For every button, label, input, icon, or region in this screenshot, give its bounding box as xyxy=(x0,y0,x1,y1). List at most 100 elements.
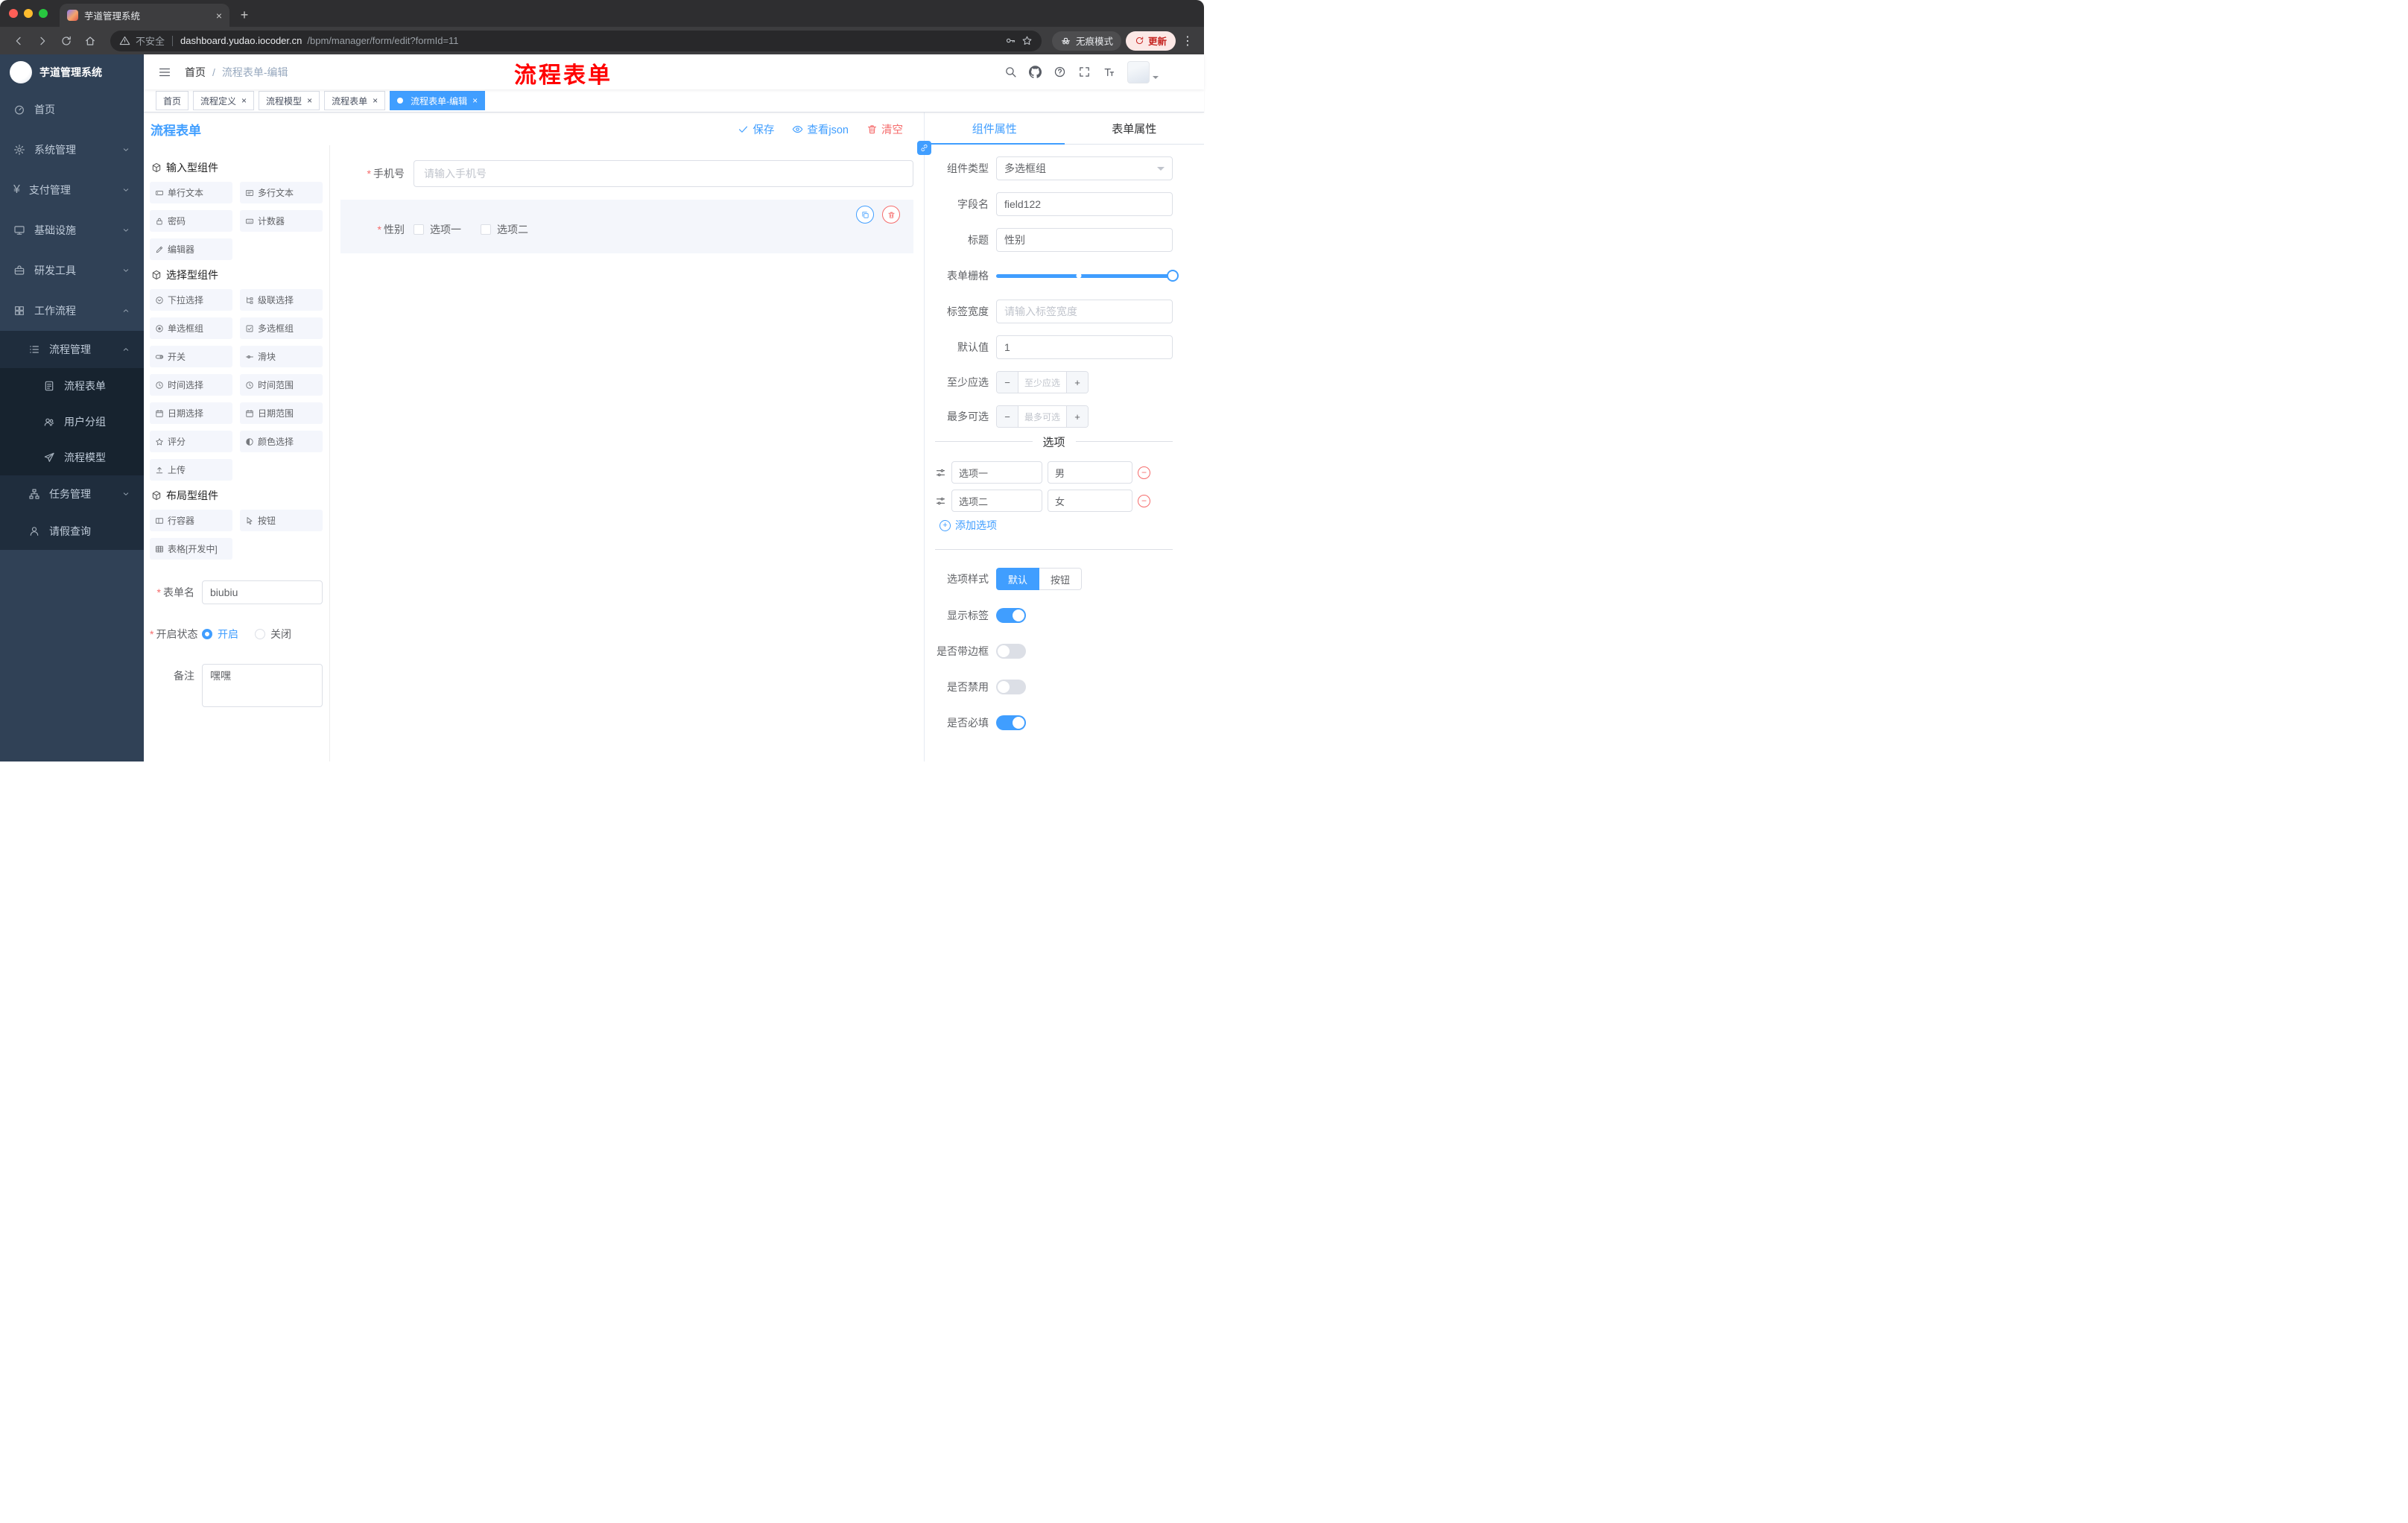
sidebar-item-process-form[interactable]: 流程表单 xyxy=(0,368,144,404)
disabled-toggle[interactable] xyxy=(996,680,1026,694)
forward-button[interactable] xyxy=(33,31,52,51)
palette-item-time-picker[interactable]: 时间选择 xyxy=(150,374,232,396)
sidebar-logo[interactable]: 芋道管理系统 xyxy=(0,54,144,89)
sidebar-item-user-group[interactable]: 用户分组 xyxy=(0,404,144,440)
tab-component-props[interactable]: 组件属性 xyxy=(925,113,1065,145)
palette-item-button[interactable]: 按钮 xyxy=(240,510,323,531)
sidebar-item-task-management[interactable]: 任务管理 xyxy=(0,475,144,513)
palette-item-time-range[interactable]: 时间范围 xyxy=(240,374,323,396)
grid-slider[interactable] xyxy=(996,264,1179,288)
tag-close-icon[interactable]: × xyxy=(307,95,312,106)
delete-component-button[interactable] xyxy=(882,206,900,224)
back-button[interactable] xyxy=(9,31,28,51)
radio-off[interactable]: 关闭 xyxy=(255,627,291,642)
component-type-select[interactable]: 多选框组 xyxy=(996,156,1173,180)
show-label-toggle[interactable] xyxy=(996,608,1026,623)
palette-item-checkbox-group[interactable]: 多选框组 xyxy=(240,317,323,339)
option-1-label-input[interactable] xyxy=(951,461,1042,484)
required-toggle[interactable] xyxy=(996,715,1026,730)
help-icon[interactable] xyxy=(1054,66,1066,78)
default-value-input[interactable] xyxy=(996,335,1173,359)
max-checked-value[interactable]: 最多可选 xyxy=(1018,406,1067,427)
palette-item-row-container[interactable]: 行容器 xyxy=(150,510,232,531)
breadcrumb-home[interactable]: 首页 xyxy=(185,65,206,80)
remove-option-icon[interactable]: − xyxy=(1138,494,1150,507)
tab-close-icon[interactable]: × xyxy=(216,10,222,22)
gender-option-1-checkbox[interactable]: 选项一 xyxy=(414,222,461,237)
sidebar-item-process-model[interactable]: 流程模型 xyxy=(0,440,144,475)
radio-on[interactable]: 开启 xyxy=(202,627,238,642)
view-json-button[interactable]: 查看json xyxy=(792,121,849,137)
label-width-input[interactable] xyxy=(996,300,1173,323)
palette-item-date-range[interactable]: 日期范围 xyxy=(240,402,323,424)
increase-button[interactable]: + xyxy=(1067,372,1088,393)
slider-handle[interactable] xyxy=(1167,270,1179,282)
palette-item-rate[interactable]: 评分 xyxy=(150,431,232,452)
field-name-input[interactable] xyxy=(996,192,1173,216)
palette-item-date-picker[interactable]: 日期选择 xyxy=(150,402,232,424)
palette-item-password[interactable]: 密码 xyxy=(150,210,232,232)
update-button[interactable]: 更新 xyxy=(1125,31,1176,51)
palette-item-counter[interactable]: 计数器 xyxy=(240,210,323,232)
palette-item-upload[interactable]: 上传 xyxy=(150,459,232,481)
search-icon[interactable] xyxy=(1004,66,1017,78)
palette-item-radio-group[interactable]: 单选框组 xyxy=(150,317,232,339)
option-2-label-input[interactable] xyxy=(951,490,1042,512)
palette-item-switch[interactable]: 开关 xyxy=(150,346,232,367)
form-name-input[interactable] xyxy=(202,580,323,604)
fullscreen-icon[interactable] xyxy=(1078,66,1091,78)
font-size-icon[interactable] xyxy=(1103,66,1115,78)
sidebar-item-process-management[interactable]: 流程管理 xyxy=(0,331,144,368)
copy-component-button[interactable] xyxy=(856,206,874,224)
option-style-default-button[interactable]: 默认 xyxy=(996,568,1040,590)
border-toggle[interactable] xyxy=(996,644,1026,659)
canvas-field-gender-selected[interactable]: 性别 选项一 选项二 xyxy=(340,200,913,253)
decrease-button[interactable]: − xyxy=(997,372,1018,393)
palette-item-slider[interactable]: 滑块 xyxy=(240,346,323,367)
gender-option-2-checkbox[interactable]: 选项二 xyxy=(481,222,528,237)
add-option-button[interactable]: + 添加选项 xyxy=(940,518,1173,533)
window-minimize-button[interactable] xyxy=(24,9,33,18)
tag-close-icon[interactable]: × xyxy=(241,95,247,106)
palette-item-multi-text[interactable]: 多行文本 xyxy=(240,182,323,203)
bookmark-star-icon[interactable] xyxy=(1021,35,1033,46)
clear-button[interactable]: 清空 xyxy=(866,121,903,137)
sidebar-toggle-button[interactable] xyxy=(155,66,174,79)
palette-item-table[interactable]: 表格[开发中] xyxy=(150,538,232,560)
form-remark-input[interactable]: 嘿嘿 xyxy=(202,664,323,707)
min-checked-value[interactable]: 至少应选 xyxy=(1018,372,1067,393)
tag-close-icon[interactable]: × xyxy=(373,95,378,106)
drag-handle-icon[interactable] xyxy=(935,467,946,478)
tag-home[interactable]: 首页 xyxy=(156,91,189,110)
sidebar-item-devtools[interactable]: 研发工具 xyxy=(0,250,144,291)
user-menu[interactable] xyxy=(1127,60,1159,83)
home-button[interactable] xyxy=(80,31,100,51)
password-key-icon[interactable] xyxy=(1005,35,1016,46)
drag-handle-icon[interactable] xyxy=(935,495,946,507)
tag-process-form[interactable]: 流程表单 × xyxy=(324,91,386,110)
window-close-button[interactable] xyxy=(9,9,18,18)
option-2-value-input[interactable] xyxy=(1048,490,1132,512)
slider-track[interactable] xyxy=(996,270,1179,282)
canvas-field-phone[interactable]: 手机号 xyxy=(340,160,913,187)
sidebar-item-infrastructure[interactable]: 基础设施 xyxy=(0,210,144,250)
reload-button[interactable] xyxy=(57,31,76,51)
tag-process-form-edit[interactable]: 流程表单-编辑 × xyxy=(390,91,486,110)
tag-process-model[interactable]: 流程模型 × xyxy=(259,91,320,110)
palette-item-cascader[interactable]: 级联选择 xyxy=(240,289,323,311)
palette-item-dropdown[interactable]: 下拉选择 xyxy=(150,289,232,311)
increase-button[interactable]: + xyxy=(1067,406,1088,427)
sidebar-item-payment[interactable]: ¥ 支付管理 xyxy=(0,170,144,210)
palette-item-editor[interactable]: 编辑器 xyxy=(150,238,232,260)
phone-input[interactable] xyxy=(414,160,913,187)
tag-process-definition[interactable]: 流程定义 × xyxy=(193,91,255,110)
sidebar-item-system[interactable]: 系统管理 xyxy=(0,130,144,170)
option-1-value-input[interactable] xyxy=(1048,461,1132,484)
tab-form-props[interactable]: 表单属性 xyxy=(1065,113,1205,144)
github-icon[interactable] xyxy=(1029,66,1042,78)
window-zoom-button[interactable] xyxy=(39,9,48,18)
browser-tab[interactable]: 芋道管理系统 × xyxy=(60,4,229,27)
address-bar[interactable]: 不安全 dashboard.yudao.iocoder.cn/bpm/manag… xyxy=(110,30,1042,51)
title-input[interactable] xyxy=(996,228,1173,252)
remove-option-icon[interactable]: − xyxy=(1138,466,1150,479)
